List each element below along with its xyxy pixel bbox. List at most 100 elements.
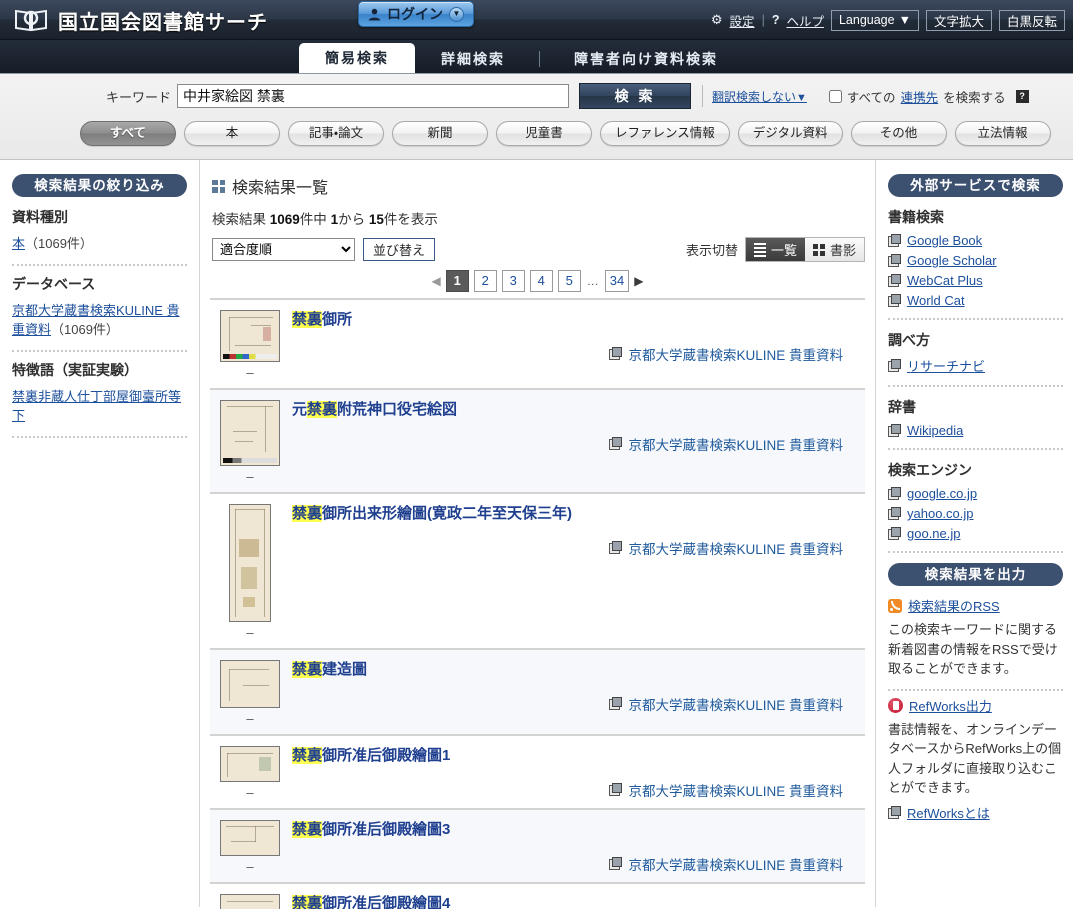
- result-thumbnail[interactable]: [229, 504, 271, 622]
- thumbnail-cell[interactable]: –: [220, 820, 280, 874]
- result-title-link[interactable]: 禁裏御所准后御殿繪圖3: [292, 821, 450, 838]
- link-world-cat[interactable]: World Cat: [907, 293, 965, 308]
- page-button-1[interactable]: 1: [445, 270, 469, 292]
- question-icon[interactable]: ?: [772, 13, 780, 27]
- page-button-4[interactable]: 4: [529, 270, 553, 292]
- thumbnail-cell[interactable]: –: [220, 504, 280, 640]
- table-row[interactable]: – 禁裏御所出来形繪圖(寛政二年至天保三年) 京都大学蔵書検索KULINE 貴重…: [210, 494, 865, 650]
- thumbnail-cell[interactable]: –: [220, 660, 280, 726]
- category-childrens-books[interactable]: 児童書: [496, 121, 592, 146]
- table-row[interactable]: – 禁裏建造圖 京都大学蔵書検索KULINE 貴重資料: [210, 650, 865, 736]
- list-item[interactable]: yahoo.co.jp: [888, 506, 1063, 521]
- category-all[interactable]: すべて: [80, 121, 176, 146]
- list-item[interactable]: RefWorks出力: [888, 696, 1063, 715]
- table-row[interactable]: – 禁裏御所 京都大学蔵書検索KULINE 貴重資料: [210, 300, 865, 390]
- page-button-2[interactable]: 2: [473, 270, 497, 292]
- thumbnail-cell[interactable]: –: [220, 746, 280, 800]
- page-button-last[interactable]: 34: [604, 270, 630, 292]
- text-enlarge-button[interactable]: 文字拡大: [925, 9, 992, 31]
- list-item[interactable]: RefWorksとは: [888, 803, 1063, 822]
- result-source-label[interactable]: 京都大学蔵書検索KULINE 貴重資料: [628, 538, 843, 558]
- category-digital[interactable]: デジタル資料: [737, 121, 843, 146]
- result-thumbnail[interactable]: [220, 310, 280, 362]
- tab-advanced-search[interactable]: 詳細検索: [415, 45, 531, 73]
- category-books[interactable]: 本: [184, 121, 280, 146]
- thumbnail-cell[interactable]: [220, 894, 280, 909]
- result-thumbnail[interactable]: [220, 820, 280, 856]
- facet-link-book[interactable]: 本: [12, 236, 25, 251]
- link-wikipedia[interactable]: Wikipedia: [907, 423, 963, 438]
- category-articles[interactable]: 記事・論文: [288, 121, 384, 146]
- link-refworks-about[interactable]: RefWorksとは: [907, 803, 990, 822]
- table-row[interactable]: 禁裏御所准后御殿繪圖4: [210, 884, 865, 909]
- result-title-link[interactable]: 禁裏建造圖: [292, 661, 367, 678]
- help-link[interactable]: ヘルプ: [786, 11, 824, 30]
- help-badge-icon[interactable]: ?: [1015, 89, 1029, 103]
- table-row[interactable]: – 禁裏御所准后御殿繪圖3 京都大学蔵書検索KULINE 貴重資料: [210, 810, 865, 884]
- thumbnail-cell[interactable]: –: [220, 310, 280, 380]
- all-partners-checkbox[interactable]: [828, 89, 842, 103]
- link-yahoo-co-jp[interactable]: yahoo.co.jp: [907, 506, 974, 521]
- translate-search-toggle[interactable]: 翻訳検索しない▼: [712, 88, 807, 105]
- settings-link[interactable]: 設定: [730, 11, 755, 30]
- result-source[interactable]: 京都大学蔵書検索KULINE 貴重資料: [292, 344, 857, 364]
- facet-link-feature-word[interactable]: 禁裏非蔵人仕丁部屋御臺所等下: [12, 389, 181, 424]
- link-google-co-jp[interactable]: google.co.jp: [907, 486, 977, 501]
- link-research-navi[interactable]: リサーチナビ: [907, 356, 985, 375]
- result-source-label[interactable]: 京都大学蔵書検索KULINE 貴重資料: [628, 434, 843, 454]
- category-newspapers[interactable]: 新聞: [392, 121, 488, 146]
- result-title-link[interactable]: 元禁裏附荒神口役宅絵図: [292, 401, 457, 418]
- list-item[interactable]: 検索結果のRSS: [888, 596, 1063, 615]
- invert-colors-button[interactable]: 白黒反転: [998, 9, 1065, 31]
- result-source[interactable]: 京都大学蔵書検索KULINE 貴重資料: [292, 434, 857, 454]
- result-title-link[interactable]: 禁裏御所准后御殿繪圖4: [292, 895, 450, 909]
- gear-icon[interactable]: ⚙: [711, 12, 723, 28]
- list-item[interactable]: WebCat Plus: [888, 273, 1063, 288]
- list-item[interactable]: リサーチナビ: [888, 356, 1063, 375]
- result-source[interactable]: 京都大学蔵書検索KULINE 貴重資料: [292, 538, 857, 558]
- result-title-link[interactable]: 禁裏御所: [292, 311, 352, 328]
- result-thumbnail[interactable]: [220, 746, 280, 782]
- view-cover-button[interactable]: 書影: [804, 238, 864, 261]
- table-row[interactable]: – 禁裏御所准后御殿繪圖1 京都大学蔵書検索KULINE 貴重資料: [210, 736, 865, 810]
- page-button-5[interactable]: 5: [557, 270, 581, 292]
- result-thumbnail[interactable]: [220, 660, 280, 708]
- result-source-label[interactable]: 京都大学蔵書検索KULINE 貴重資料: [628, 344, 843, 364]
- list-item[interactable]: google.co.jp: [888, 486, 1063, 501]
- link-google-scholar[interactable]: Google Scholar: [907, 253, 997, 268]
- table-row[interactable]: – 元禁裏附荒神口役宅絵図 京都大学蔵書検索KULINE 貴重資料: [210, 390, 865, 494]
- result-source[interactable]: 京都大学蔵書検索KULINE 貴重資料: [292, 780, 857, 800]
- result-source-label[interactable]: 京都大学蔵書検索KULINE 貴重資料: [628, 854, 843, 874]
- link-google-book[interactable]: Google Book: [907, 233, 982, 248]
- link-refworks-export[interactable]: RefWorks出力: [909, 696, 992, 715]
- result-thumbnail[interactable]: [220, 400, 280, 466]
- triangle-left-icon[interactable]: ◀: [432, 274, 441, 288]
- tab-simple-search[interactable]: 簡易検索: [299, 43, 415, 73]
- result-title-link[interactable]: 禁裏御所出来形繪圖(寛政二年至天保三年): [292, 505, 572, 522]
- language-selector[interactable]: Language ▼: [830, 9, 919, 31]
- category-other[interactable]: その他: [850, 121, 947, 146]
- page-button-3[interactable]: 3: [501, 270, 525, 292]
- category-legislative[interactable]: 立法情報: [954, 121, 1051, 146]
- sort-apply-button[interactable]: 並び替え: [363, 238, 436, 261]
- tab-accessible-materials[interactable]: 障害者向け資料検索: [548, 45, 744, 73]
- sort-select[interactable]: 適合度順 出版年順 タイトル順: [212, 238, 355, 261]
- thumbnail-cell[interactable]: –: [220, 400, 280, 484]
- search-button[interactable]: 検 索: [579, 83, 692, 109]
- list-item[interactable]: goo.ne.jp: [888, 526, 1063, 541]
- chevron-down-icon[interactable]: ▼: [449, 6, 464, 22]
- link-goo-ne-jp[interactable]: goo.ne.jp: [907, 526, 961, 541]
- link-webcat-plus[interactable]: WebCat Plus: [907, 273, 983, 288]
- view-list-button[interactable]: 一覧: [745, 238, 805, 261]
- result-source[interactable]: 京都大学蔵書検索KULINE 貴重資料: [292, 694, 857, 714]
- result-source[interactable]: 京都大学蔵書検索KULINE 貴重資料: [292, 854, 857, 874]
- list-item[interactable]: Google Book: [888, 233, 1063, 248]
- link-rss[interactable]: 検索結果のRSS: [908, 596, 1000, 615]
- list-item[interactable]: Google Scholar: [888, 253, 1063, 268]
- result-thumbnail[interactable]: [220, 894, 280, 909]
- triangle-right-icon[interactable]: ▶: [634, 274, 643, 288]
- all-partners-checkbox-row[interactable]: すべての 連携先 を検索する ?: [828, 87, 1029, 106]
- result-source-label[interactable]: 京都大学蔵書検索KULINE 貴重資料: [628, 780, 843, 800]
- list-item[interactable]: World Cat: [888, 293, 1063, 308]
- result-title-link[interactable]: 禁裏御所准后御殿繪圖1: [292, 747, 450, 764]
